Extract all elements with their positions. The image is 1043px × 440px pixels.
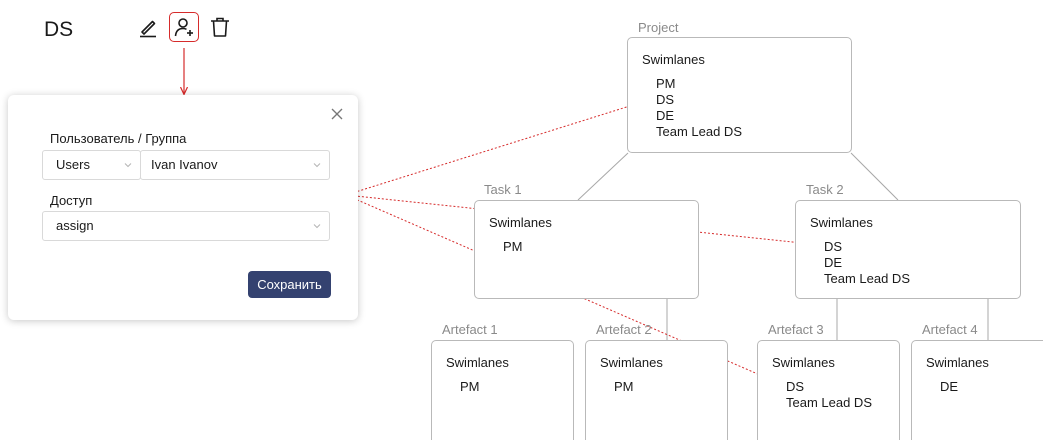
artefact3-node[interactable]: Swimlanes DS Team Lead DS <box>757 340 900 440</box>
artefact1-node[interactable]: Swimlanes PM <box>431 340 574 440</box>
artefact3-label: Artefact 3 <box>768 322 824 337</box>
project-swimlanes-title: Swimlanes <box>642 52 705 67</box>
artefact2-node[interactable]: Swimlanes PM <box>585 340 728 440</box>
add-user-icon[interactable] <box>169 12 199 42</box>
artefact3-swimlanes-title: Swimlanes <box>772 355 835 370</box>
user-select[interactable]: Ivan Ivanov <box>140 150 330 180</box>
artefact2-swimlanes-title: Swimlanes <box>600 355 663 370</box>
role-title: DS <box>44 18 74 41</box>
type-select-value: Users <box>56 157 90 172</box>
access-select[interactable]: assign <box>42 211 330 241</box>
artefact4-node[interactable]: Swimlanes DE <box>911 340 1043 440</box>
assign-arrow-project <box>345 99 652 196</box>
project-roles: PM DS DE Team Lead DS <box>656 76 742 140</box>
chevron-down-icon <box>313 163 321 168</box>
role-item: PM <box>503 239 523 254</box>
edge-project-task2 <box>850 152 899 201</box>
task2-swimlanes-title: Swimlanes <box>810 215 873 230</box>
trash-icon[interactable] <box>205 12 235 42</box>
access-select-value: assign <box>56 218 94 233</box>
artefact1-label: Artefact 1 <box>442 322 498 337</box>
edge-project-task1 <box>577 152 629 201</box>
role-item: Team Lead DS <box>656 124 742 139</box>
chevron-down-icon <box>124 163 132 168</box>
access-label: Доступ <box>50 193 93 208</box>
artefact1-swimlanes-title: Swimlanes <box>446 355 509 370</box>
role-item: PM <box>460 379 480 394</box>
edit-icon[interactable] <box>133 12 163 42</box>
task2-node[interactable]: Swimlanes DS DE Team Lead DS <box>795 200 1021 299</box>
role-item: DE <box>940 379 959 394</box>
task1-label: Task 1 <box>484 182 522 197</box>
task1-swimlanes-title: Swimlanes <box>489 215 552 230</box>
save-button[interactable]: Сохранить <box>248 271 331 298</box>
task1-roles: PM <box>503 239 523 255</box>
role-item: Team Lead DS <box>786 395 872 410</box>
role-item: DE <box>656 108 675 123</box>
artefact4-label: Artefact 4 <box>922 322 978 337</box>
role-item: PM <box>614 379 634 394</box>
role-item: DS <box>824 239 843 254</box>
task2-label: Task 2 <box>806 182 844 197</box>
artefact4-roles: DE <box>940 379 958 395</box>
user-group-label: Пользователь / Группа <box>50 131 187 146</box>
project-label: Project <box>638 20 679 35</box>
close-icon[interactable] <box>330 107 344 121</box>
task1-node[interactable]: Swimlanes PM <box>474 200 699 299</box>
chevron-down-icon <box>313 224 321 229</box>
role-item: DS <box>786 379 805 394</box>
task2-roles: DS DE Team Lead DS <box>824 239 910 287</box>
assign-access-modal: Пользователь / Группа Users Ivan Ivanov … <box>8 95 358 320</box>
role-item: Team Lead DS <box>824 271 910 286</box>
artefact2-label: Artefact 2 <box>596 322 652 337</box>
role-item: PM <box>656 76 676 91</box>
artefact4-swimlanes-title: Swimlanes <box>926 355 989 370</box>
user-select-value: Ivan Ivanov <box>151 157 218 172</box>
role-item: DS <box>656 92 675 107</box>
project-node[interactable]: Swimlanes PM DS DE Team Lead DS <box>627 37 852 153</box>
type-select[interactable]: Users <box>42 150 141 180</box>
artefact1-roles: PM <box>460 379 480 395</box>
artefact3-roles: DS Team Lead DS <box>786 379 872 411</box>
role-item: DE <box>824 255 843 270</box>
artefact2-roles: PM <box>614 379 634 395</box>
